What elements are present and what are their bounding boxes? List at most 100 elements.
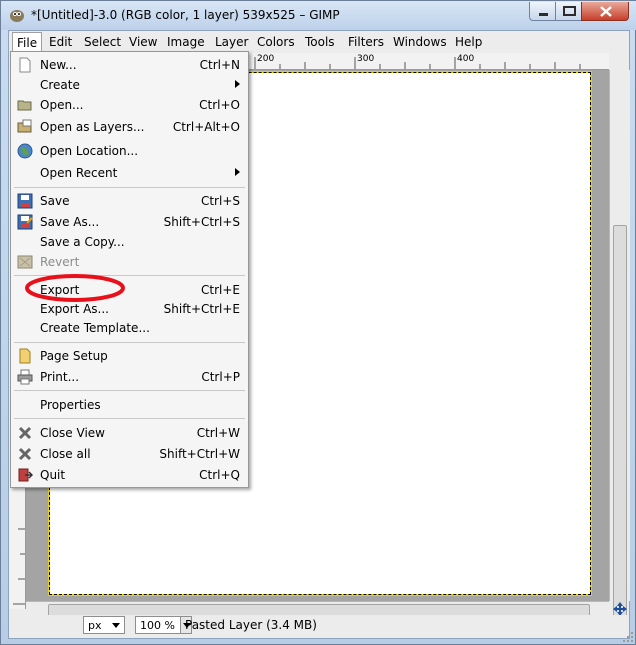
vertical-scrollbar[interactable]	[609, 70, 630, 632]
file-menu-page-setup[interactable]: Page Setup	[11, 346, 248, 366]
vertical-scroll-thumb[interactable]	[613, 225, 627, 632]
save-as-icon	[17, 214, 33, 230]
close-all-shortcut: Shift+Ctrl+W	[159, 447, 240, 461]
menu-file[interactable]: File	[12, 32, 43, 52]
submenu-arrow-icon	[235, 168, 240, 176]
print-label: Print...	[40, 370, 80, 384]
menu-separator	[14, 418, 245, 419]
window-title: *[Untitled]-3.0 (RGB color, 1 layer) 539…	[31, 8, 340, 22]
menu-layer[interactable]: Layer	[215, 35, 248, 49]
ruler-label-400: 400	[457, 54, 475, 64]
file-menu-create-template[interactable]: Create Template...	[11, 318, 248, 338]
export-as-shortcut: Shift+Ctrl+E	[163, 302, 240, 316]
file-menu-save[interactable]: Save Ctrl+S	[11, 191, 248, 211]
close-x-icon	[18, 426, 32, 440]
save-icon	[17, 193, 33, 209]
file-menu-open-recent[interactable]: Open Recent	[11, 163, 248, 183]
file-menu-open-location[interactable]: Open Location...	[11, 141, 248, 161]
close-all-label: Close all	[40, 447, 91, 461]
menu-view[interactable]: View	[129, 35, 157, 49]
zoom-input[interactable]: 100 %	[135, 616, 181, 634]
open-layers-icon	[17, 119, 32, 133]
file-menu-quit[interactable]: Quit Ctrl+Q	[11, 465, 248, 485]
close-view-shortcut: Ctrl+W	[196, 426, 240, 440]
menu-separator	[14, 390, 245, 391]
print-shortcut: Ctrl+P	[201, 370, 240, 384]
file-menu-new[interactable]: New... Ctrl+N	[11, 55, 248, 75]
gimp-icon	[10, 10, 24, 22]
export-label: Export	[40, 283, 80, 297]
menu-select[interactable]: Select	[84, 35, 121, 49]
menu-separator	[14, 342, 245, 343]
file-menu-create[interactable]: Create	[11, 75, 248, 95]
globe-icon	[17, 143, 33, 159]
file-menu-save-copy[interactable]: Save a Copy...	[11, 232, 248, 252]
minimize-icon	[539, 13, 548, 16]
save-shortcut: Ctrl+S	[200, 194, 240, 208]
revert-icon	[17, 255, 33, 269]
menu-edit[interactable]: Edit	[49, 35, 72, 49]
file-menu-save-as[interactable]: Save As... Shift+Ctrl+S	[11, 212, 248, 232]
menu-tools[interactable]: Tools	[305, 35, 335, 49]
file-menu-export-as[interactable]: Export As... Shift+Ctrl+E	[11, 299, 248, 319]
save-label: Save	[40, 194, 70, 208]
create-template-label: Create Template...	[40, 321, 150, 335]
file-menu-revert: Revert	[11, 252, 248, 272]
file-menu-dropdown: New... Ctrl+N Create Open... Ctrl+O Open…	[10, 51, 249, 488]
open-location-label: Open Location...	[40, 144, 139, 158]
save-copy-label: Save a Copy...	[40, 235, 125, 249]
open-recent-label: Open Recent	[40, 166, 118, 180]
menu-bar: File Edit Select View Image Layer Colors…	[9, 31, 629, 53]
maximize-icon	[563, 6, 576, 16]
create-label: Create	[40, 78, 80, 92]
quit-icon	[18, 468, 33, 482]
file-menu-close-all[interactable]: Close all Shift+Ctrl+W	[11, 444, 248, 464]
chevron-down-icon	[112, 623, 120, 628]
close-button[interactable]	[581, 2, 629, 21]
open-layers-shortcut: Ctrl+Alt+O	[172, 120, 240, 134]
maximize-button[interactable]	[555, 2, 582, 21]
quit-label: Quit	[40, 468, 66, 482]
file-menu-open-layers[interactable]: Open as Layers... Ctrl+Alt+O	[11, 117, 248, 137]
ruler-label-200: 200	[257, 54, 275, 64]
file-menu-print[interactable]: Print... Ctrl+P	[11, 367, 248, 387]
export-as-label: Export As...	[40, 302, 109, 316]
close-all-icon	[18, 447, 32, 461]
new-label: New...	[40, 58, 77, 72]
menu-separator	[14, 187, 245, 188]
menu-colors[interactable]: Colors	[257, 35, 295, 49]
new-document-icon	[19, 57, 31, 73]
open-layers-label: Open as Layers...	[40, 120, 145, 134]
unit-select[interactable]: px	[83, 616, 125, 634]
close-view-label: Close View	[40, 426, 105, 440]
zoom-value: 100 %	[140, 619, 175, 632]
unit-value: px	[88, 619, 102, 632]
save-as-label: Save As...	[40, 215, 100, 229]
file-menu-export[interactable]: Export Ctrl+E	[11, 280, 248, 300]
menu-help[interactable]: Help	[455, 35, 482, 49]
file-menu-open[interactable]: Open... Ctrl+O	[11, 95, 248, 115]
title-bar[interactable]: *[Untitled]-3.0 (RGB color, 1 layer) 539…	[1, 1, 636, 30]
status-bar: px 100 % Pasted Layer (3.4 MB)	[9, 615, 629, 638]
menu-image[interactable]: Image	[167, 35, 205, 49]
printer-icon	[17, 369, 33, 385]
navigate-icon[interactable]	[613, 602, 627, 616]
menu-windows[interactable]: Windows	[393, 35, 447, 49]
open-shortcut: Ctrl+O	[199, 98, 240, 112]
file-menu-properties[interactable]: Properties	[11, 395, 248, 415]
close-icon	[600, 6, 612, 17]
save-as-shortcut: Shift+Ctrl+S	[163, 215, 240, 229]
page-setup-icon	[19, 348, 31, 364]
page-setup-label: Page Setup	[40, 349, 108, 363]
minimize-button[interactable]	[529, 2, 556, 21]
status-message: Pasted Layer (3.4 MB)	[185, 618, 317, 632]
ruler-label-300: 300	[357, 54, 375, 64]
quit-shortcut: Ctrl+Q	[199, 468, 240, 482]
folder-open-icon	[17, 100, 32, 111]
submenu-arrow-icon	[235, 80, 240, 88]
file-menu-close-view[interactable]: Close View Ctrl+W	[11, 423, 248, 443]
properties-label: Properties	[40, 398, 101, 412]
menu-filters[interactable]: Filters	[348, 35, 384, 49]
resize-grip-icon[interactable]	[619, 628, 635, 644]
new-shortcut: Ctrl+N	[199, 58, 240, 72]
